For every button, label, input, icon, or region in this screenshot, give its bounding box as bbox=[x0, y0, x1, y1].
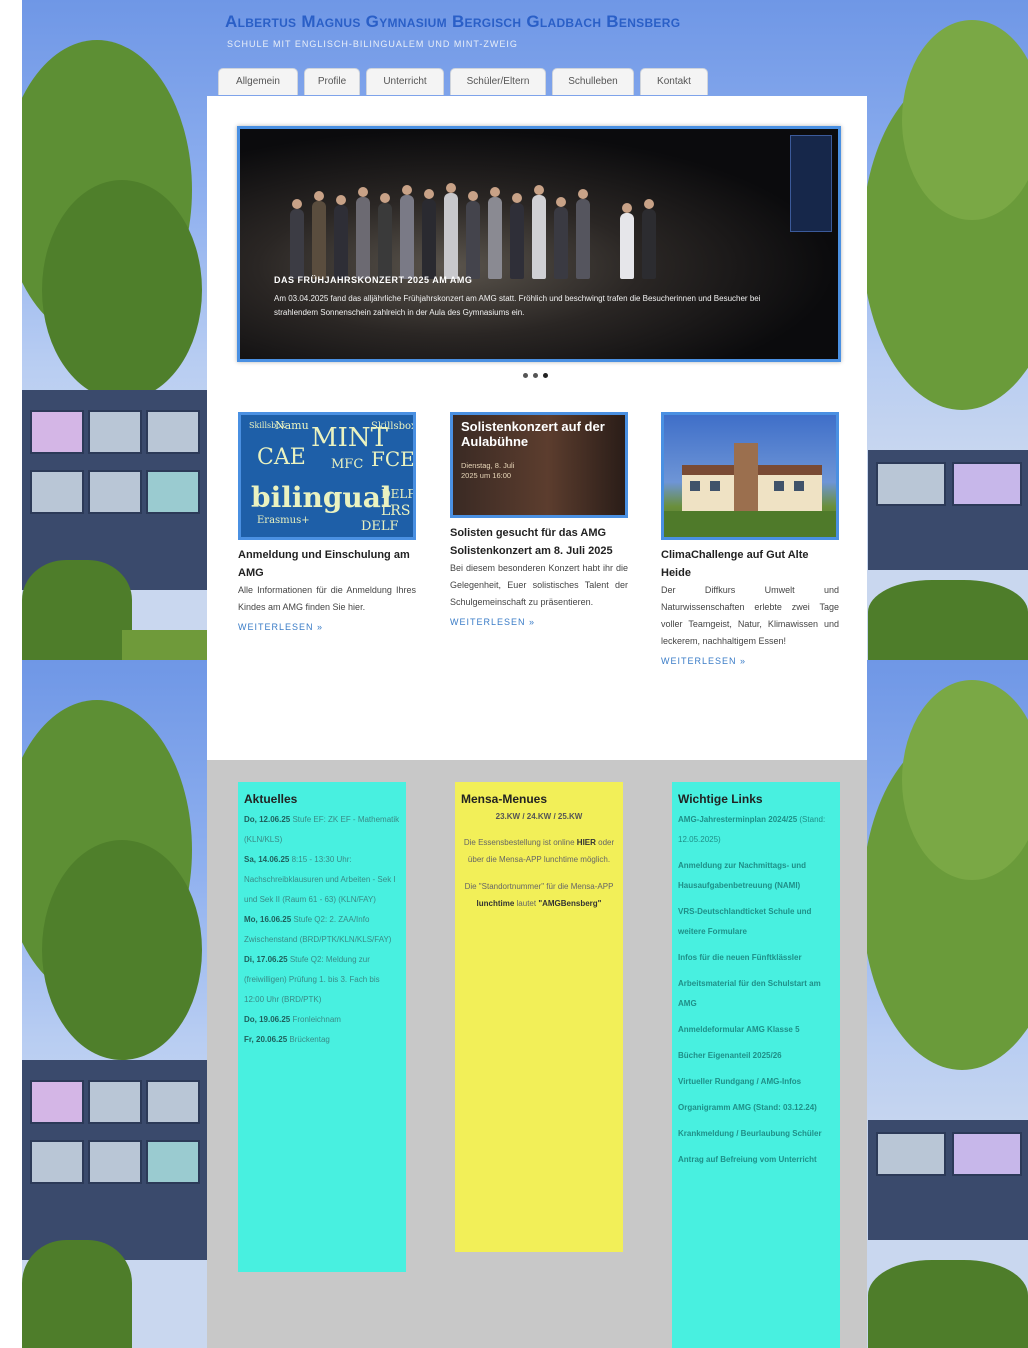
mensa-order-link[interactable]: HIER bbox=[577, 838, 596, 847]
teaser-text: Alle Informationen für die Anmeldung Ihr… bbox=[238, 585, 416, 612]
widget-aktuelles: Aktuelles Do, 12.06.25 Stufe EF: ZK EF -… bbox=[238, 782, 406, 1272]
read-more-link[interactable]: WEITERLESEN » bbox=[238, 622, 416, 632]
teaser-text: Der Diffkurs Umwelt und Naturwissenschaf… bbox=[661, 585, 839, 646]
widget-wichtige-links: Wichtige Links AMG-Jahresterminplan 2024… bbox=[672, 782, 840, 1348]
news-entry: Sa, 14.06.25 8:15 - 13:30 Uhr: Nachschre… bbox=[244, 855, 396, 904]
nav-tab-schulleben[interactable]: Schulleben bbox=[552, 68, 634, 95]
concert-photo bbox=[280, 169, 660, 279]
slider-dot-1[interactable] bbox=[523, 373, 528, 378]
wordcloud-word: Skillsbox bbox=[371, 421, 416, 432]
news-entry: Di, 17.06.25 Stufe Q2: Meldung zur (frei… bbox=[244, 955, 380, 1004]
wordcloud-word: DELF bbox=[381, 487, 416, 501]
nav-tab-kontakt[interactable]: Kontakt bbox=[640, 68, 708, 95]
concert-image-date: Dienstag, 8. Juli 2025 um 16:00 bbox=[461, 461, 515, 480]
image-slider[interactable]: DAS FRÜHJAHRSKONZERT 2025 AM AMG Am 03.0… bbox=[237, 126, 841, 362]
wordcloud-word: FCE bbox=[371, 447, 415, 471]
concert-image-title: Solistenkonzert auf der Aulabühne bbox=[461, 419, 605, 449]
wordcloud-word: Erasmus+ bbox=[257, 515, 310, 526]
important-link[interactable]: Anmeldung zur Nachmittags- und Hausaufga… bbox=[678, 856, 834, 896]
important-link[interactable]: Anmeldeformular AMG Klasse 5 bbox=[678, 1020, 834, 1040]
widget-heading: Aktuelles bbox=[244, 792, 298, 806]
widget-heading: Mensa-Menues bbox=[461, 792, 548, 806]
teaser-image-house[interactable] bbox=[661, 412, 839, 540]
nav-tab-profile[interactable]: Profile bbox=[304, 68, 360, 95]
wordcloud-word: LRS bbox=[381, 503, 411, 519]
important-link[interactable]: Virtueller Rundgang / AMG-Infos bbox=[678, 1072, 834, 1092]
teaser-climachallenge: ClimaChallenge auf Gut Alte Heide Der Di… bbox=[661, 412, 839, 666]
wordcloud-word: CAE bbox=[257, 445, 306, 470]
teaser-image-concert[interactable]: Solistenkonzert auf der Aulabühne Dienst… bbox=[450, 412, 628, 518]
news-entry: Do, 12.06.25 Stufe EF: ZK EF - Mathemati… bbox=[244, 815, 400, 844]
important-link[interactable]: Krankmeldung / Beurlaubung Schüler bbox=[678, 1124, 834, 1144]
teaser-title[interactable]: ClimaChallenge auf Gut Alte Heide bbox=[661, 546, 839, 582]
wordcloud-word: DELF bbox=[361, 519, 399, 534]
wordcloud-word: bilingual bbox=[251, 481, 392, 514]
teaser-title[interactable]: Solisten gesucht für das AMG Solistenkon… bbox=[450, 524, 628, 560]
news-entry: Fr, 20.06.25 Brückentag bbox=[244, 1035, 330, 1044]
read-more-link[interactable]: WEITERLESEN » bbox=[450, 617, 628, 627]
nav-tab-schueler-eltern[interactable]: Schüler/Eltern bbox=[450, 68, 546, 95]
slider-pagination bbox=[523, 373, 548, 378]
read-more-link[interactable]: WEITERLESEN » bbox=[661, 656, 839, 666]
slider-dot-3[interactable] bbox=[543, 373, 548, 378]
site-subtitle: SCHULE MIT ENGLISCH-BILINGUALEM UND MINT… bbox=[227, 39, 518, 49]
slide-text: Am 03.04.2025 fand das alljährliche Früh… bbox=[274, 294, 761, 317]
mensa-app-info: Die "Standortnummer" für die Mensa-APP l… bbox=[464, 882, 614, 908]
main-navigation: Allgemein Profile Unterricht Schüler/Elt… bbox=[218, 68, 708, 95]
slider-dot-2[interactable] bbox=[533, 373, 538, 378]
footer-widgets: Aktuelles Do, 12.06.25 Stufe EF: ZK EF -… bbox=[207, 760, 867, 1348]
site-title[interactable]: Albertus Magnus Gymnasium Bergisch Gladb… bbox=[225, 12, 680, 32]
important-link[interactable]: Antrag auf Befreiung vom Unterricht bbox=[678, 1150, 834, 1170]
important-link[interactable]: AMG-Jahresterminplan 2024/25 (Stand: 12.… bbox=[678, 810, 834, 850]
important-link[interactable]: Bücher Eigenanteil 2025/26 bbox=[678, 1046, 834, 1066]
teaser-text: Bei diesem besonderen Konzert habt ihr d… bbox=[450, 563, 628, 607]
widget-mensa: Mensa-Menues 23.KW / 24.KW / 25.KW Die E… bbox=[455, 782, 623, 1252]
wordcloud-word: MFC bbox=[331, 457, 364, 472]
teaser-solistenkonzert: Solistenkonzert auf der Aulabühne Dienst… bbox=[450, 412, 628, 627]
stage-screen bbox=[790, 135, 832, 232]
widget-heading: Wichtige Links bbox=[678, 792, 763, 806]
nav-tab-allgemein[interactable]: Allgemein bbox=[218, 68, 298, 95]
teaser-anmeldung: Skillsbox Namu MINT Skillsbox CAE MFC FC… bbox=[238, 412, 416, 632]
news-entry: Do, 19.06.25 Fronleichnam bbox=[244, 1015, 341, 1024]
main-content: DAS FRÜHJAHRSKONZERT 2025 AM AMG Am 03.0… bbox=[207, 96, 867, 760]
wordcloud-word: Namu bbox=[275, 419, 309, 432]
site-header: Albertus Magnus Gymnasium Bergisch Gladb… bbox=[207, 0, 867, 96]
nav-tab-unterricht[interactable]: Unterricht bbox=[366, 68, 444, 95]
mensa-weeks-link[interactable]: 23.KW / 24.KW / 25.KW bbox=[461, 810, 617, 824]
mensa-order-info: Die Essensbestellung ist online HIER ode… bbox=[463, 838, 615, 864]
news-entry: Mo, 16.06.25 Stufe Q2: 2. ZAA/Info Zwisc… bbox=[244, 915, 392, 944]
important-link[interactable]: VRS-Deutschlandticket Schule und weitere… bbox=[678, 902, 834, 942]
important-link[interactable]: Organigramm AMG (Stand: 03.12.24) bbox=[678, 1098, 834, 1118]
slide-title[interactable]: DAS FRÜHJAHRSKONZERT 2025 AM AMG bbox=[274, 275, 472, 285]
important-link[interactable]: Arbeitsmaterial für den Schulstart am AM… bbox=[678, 974, 834, 1014]
teaser-image-wordcloud[interactable]: Skillsbox Namu MINT Skillsbox CAE MFC FC… bbox=[238, 412, 416, 540]
important-link[interactable]: Infos für die neuen Fünftklässler bbox=[678, 948, 834, 968]
teaser-title[interactable]: Anmeldung und Einschulung am AMG bbox=[238, 546, 416, 582]
